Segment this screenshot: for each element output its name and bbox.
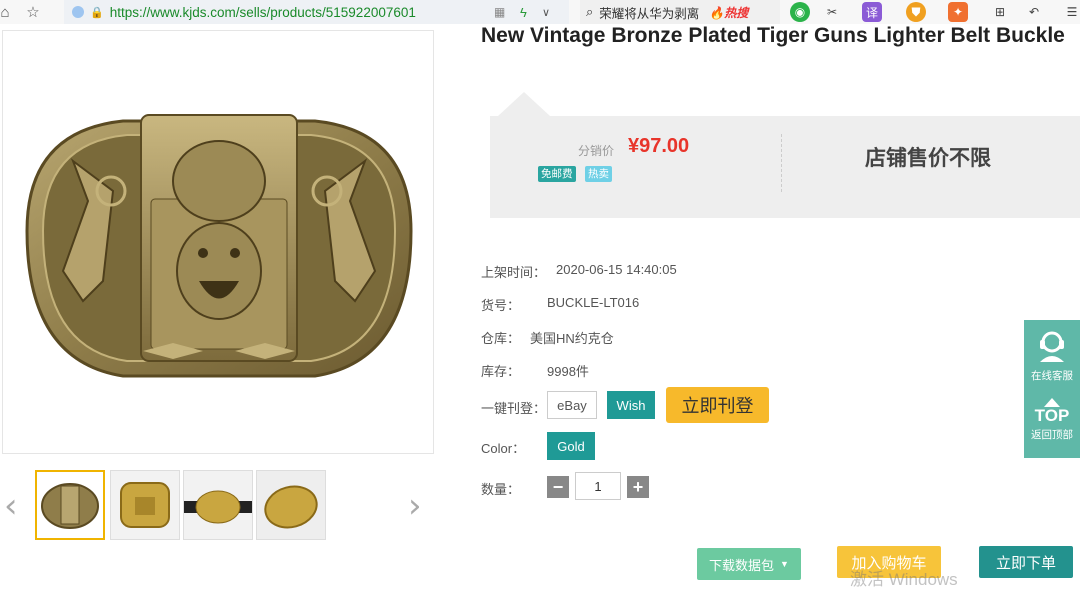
windows-activation-watermark: 激活 Windows	[850, 570, 958, 589]
back-to-top-label: 返回顶部	[1031, 429, 1073, 441]
price-value: ¥97.00	[628, 135, 690, 157]
scissors-icon[interactable]: ✂	[822, 2, 842, 22]
ebay-button[interactable]: eBay	[547, 391, 597, 419]
bolt-icon[interactable]: ϟ	[520, 5, 527, 20]
publish-row: 一键刊登：	[481, 398, 546, 417]
listed-time-row: 上架时间： 2020-06-15 14:40:05	[481, 262, 677, 281]
home-icon[interactable]: ⌂	[0, 1, 16, 23]
quantity-input[interactable]: 1	[575, 472, 621, 500]
lock-icon: 🔒	[90, 6, 104, 19]
quantity-row: 数量：	[481, 479, 520, 498]
sku-label: 货号：	[481, 298, 521, 313]
download-label: 下载数据包	[709, 557, 775, 573]
thumbnail-strip: ‹ ›	[0, 466, 440, 546]
shield-extension-icon[interactable]: ⛊	[906, 2, 926, 22]
hot-sale-badge: 热卖	[585, 166, 612, 182]
free-shipping-badge: 免邮费	[538, 166, 576, 182]
warehouse-value: 美国HN约克仓	[530, 331, 614, 346]
online-service-label: 在线客服	[1031, 370, 1073, 382]
color-label: Color：	[481, 441, 526, 456]
stock-row: 库存： 9998件	[481, 361, 589, 380]
download-data-button[interactable]: 下载数据包 ▼	[697, 548, 801, 580]
chevron-left-icon[interactable]: ‹	[4, 486, 18, 526]
reader-icon[interactable]: ▦	[494, 5, 505, 19]
color-gold-option[interactable]: Gold	[547, 432, 595, 460]
hot-search-label: 🔥热搜	[709, 5, 749, 20]
browser-toolbar: ⌂ ☆ 🔒 https://www.kjds.com/sells/product…	[0, 0, 1080, 24]
thumbnail-4[interactable]	[256, 470, 326, 540]
sku-value: BUCKLE-LT016	[547, 295, 640, 310]
grid-icon[interactable]: ⊞	[990, 2, 1010, 22]
warehouse-row: 仓库： 美国HN约克仓	[481, 328, 614, 347]
headset-icon	[1040, 331, 1064, 362]
online-service-button[interactable]: 在线客服	[1024, 320, 1080, 388]
extension-green-icon[interactable]: ◉	[790, 2, 810, 22]
translate-icon[interactable]: 译	[862, 2, 882, 22]
quantity-decrease-button[interactable]: −	[547, 476, 569, 498]
star-icon[interactable]: ☆	[22, 1, 44, 23]
search-icon: ⌕	[586, 4, 594, 19]
listed-time-value: 2020-06-15 14:40:05	[556, 262, 677, 277]
thumbnail-2[interactable]	[110, 470, 180, 540]
price-divider	[781, 134, 782, 192]
sku-row: 货号： BUCKLE-LT016	[481, 295, 639, 314]
product-main-image	[2, 30, 434, 454]
quantity-increase-button[interactable]: +	[627, 476, 649, 498]
side-float-panel: 在线客服 TOP 返回顶部	[1024, 320, 1080, 458]
stock-label: 库存：	[481, 364, 521, 379]
store-price-text: 店铺售价不限	[865, 147, 991, 170]
menu-icon[interactable]: ☰	[1062, 2, 1080, 22]
address-bar[interactable]: 🔒 https://www.kjds.com/sells/products/51…	[64, 0, 569, 24]
publish-label: 一键刊登：	[481, 401, 547, 416]
wish-button[interactable]: Wish	[607, 391, 655, 419]
publish-now-button[interactable]: 立即刊登	[666, 387, 769, 423]
site-icon	[72, 6, 84, 18]
price-box: 分销价 ¥97.00 免邮费 热卖 店铺售价不限	[490, 116, 1080, 218]
search-text: 荣耀将从华为剥离	[599, 6, 700, 21]
stock-value: 9998件	[547, 364, 589, 379]
product-title: New Vintage Bronze Plated Tiger Guns Lig…	[481, 24, 1065, 47]
back-to-top-button[interactable]: TOP 返回顶部	[1024, 392, 1080, 458]
thumbnail-1[interactable]	[35, 470, 105, 540]
color-row: Color：	[481, 438, 525, 457]
warehouse-label: 仓库：	[481, 331, 521, 346]
buy-now-button[interactable]: 立即下单	[979, 546, 1073, 578]
listed-time-label: 上架时间：	[481, 265, 547, 280]
chevron-down-icon[interactable]: ∨	[542, 6, 550, 19]
undo-icon[interactable]: ↶	[1024, 2, 1044, 22]
price-label: 分销价	[578, 144, 615, 158]
belt-buckle-image	[25, 114, 413, 378]
thumbnail-3[interactable]	[183, 470, 253, 540]
url-text: https://www.kjds.com/sells/products/5159…	[109, 4, 416, 20]
quantity-label: 数量：	[481, 482, 521, 497]
chevron-right-icon[interactable]: ›	[408, 486, 422, 526]
search-box[interactable]: ⌕ 荣耀将从华为剥离 🔥热搜	[580, 0, 780, 24]
price-box-notch	[498, 92, 550, 116]
fox-extension-icon[interactable]: ✦	[948, 2, 968, 22]
top-label: TOP	[1034, 406, 1070, 425]
caret-down-icon: ▼	[780, 559, 789, 569]
